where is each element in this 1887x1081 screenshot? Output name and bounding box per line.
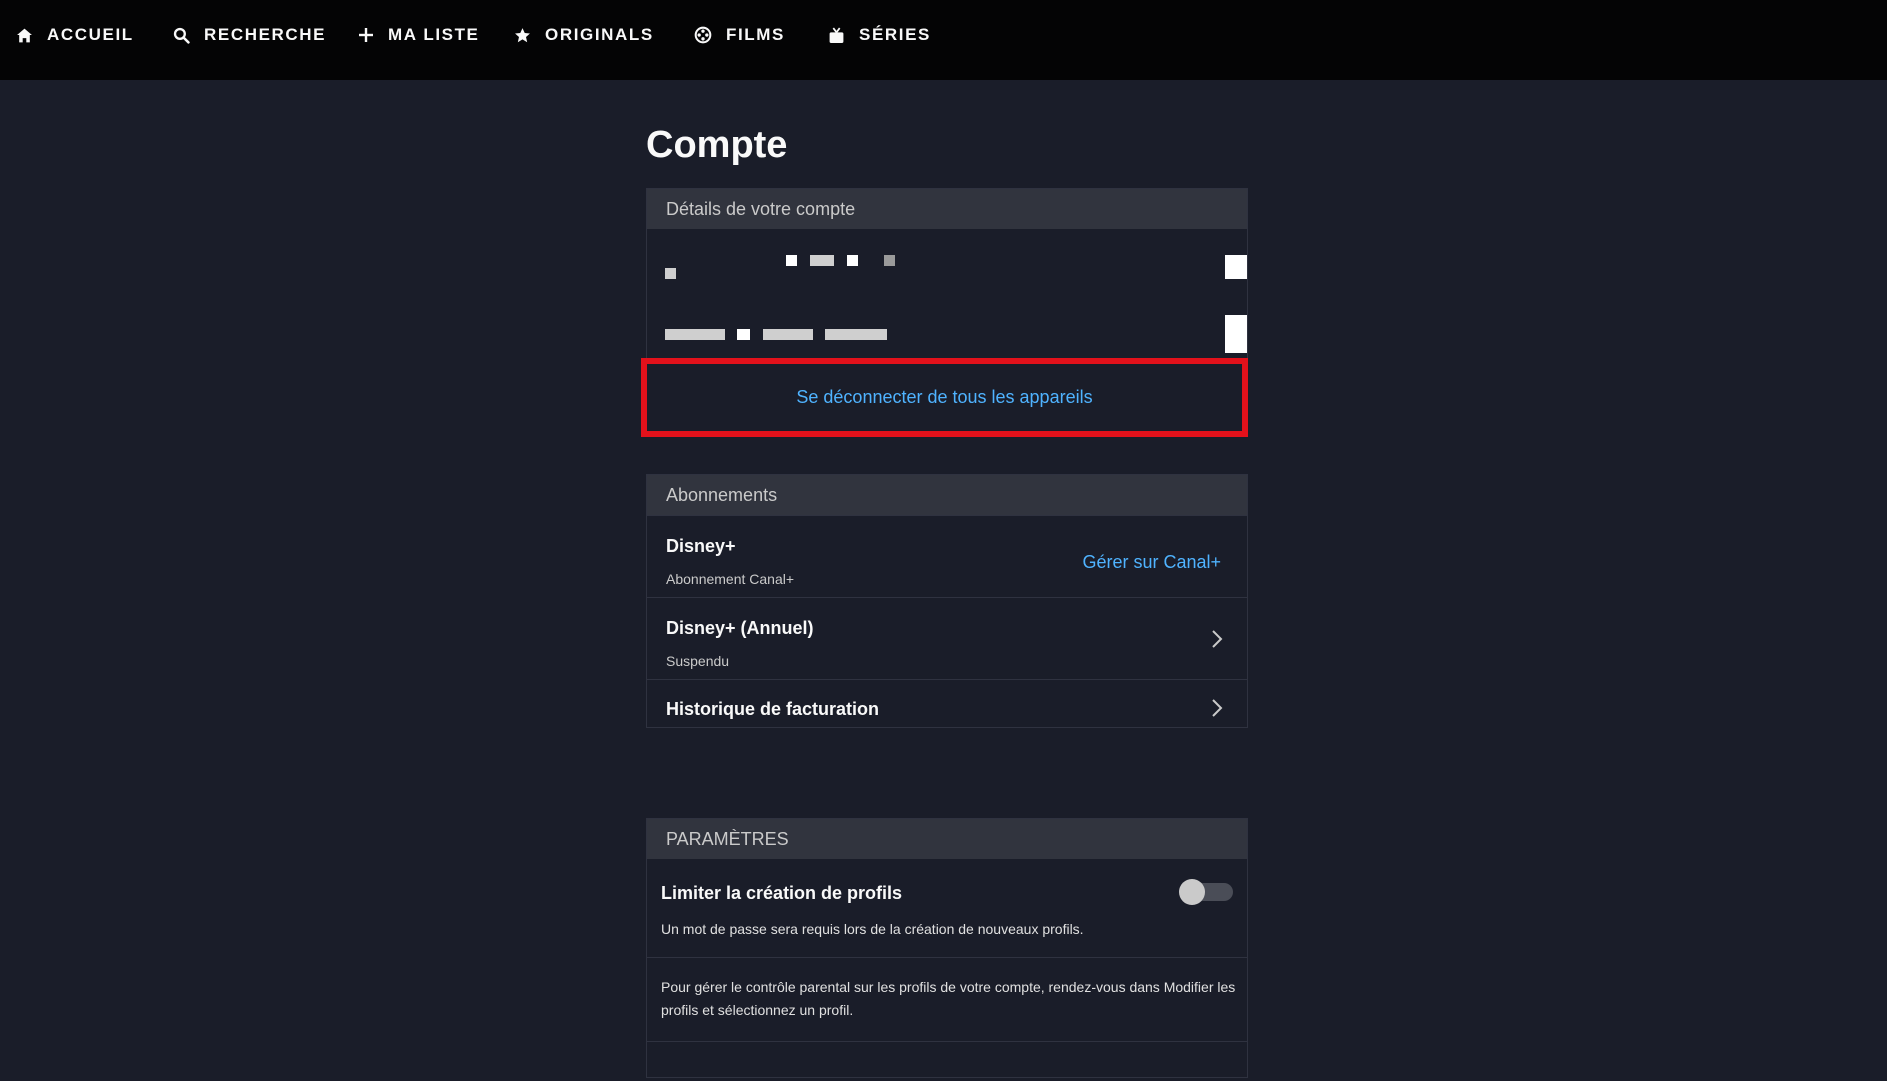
nav-films-label: FILMS (726, 25, 785, 44)
account-details-header: Détails de votre compte (647, 189, 1247, 229)
tv-icon (829, 27, 844, 43)
film-reel-icon (694, 26, 712, 44)
nav-search-label: RECHERCHE (204, 25, 327, 44)
limit-profiles-toggle[interactable] (1179, 879, 1233, 905)
home-icon (17, 28, 32, 42)
subscriptions-card: Abonnements Disney+ Abonnement Canal+ Gé… (646, 474, 1248, 728)
settings-row-more (647, 1041, 1247, 1081)
subscription-row-disney-plus: Disney+ Abonnement Canal+ Gérer sur Cana… (647, 515, 1247, 597)
billing-history-title: Historique de facturation (666, 699, 880, 719)
parental-control-description: Pour gérer le contrôle parental sur les … (661, 979, 1236, 1018)
account-email-redacted (647, 229, 1247, 291)
logout-all-devices-highlight: Se déconnecter de tous les appareils (641, 358, 1248, 437)
nav-originals-label: ORIGINALS (545, 25, 654, 44)
billing-history-row[interactable]: Historique de facturation (647, 679, 1247, 735)
star-icon (515, 27, 530, 42)
nav-films[interactable]: FILMS (694, 22, 785, 48)
manage-on-canal-link[interactable]: Gérer sur Canal+ (1082, 552, 1221, 573)
settings-header: PARAMÈTRES (647, 819, 1247, 859)
nav-watchlist[interactable]: MA LISTE (358, 22, 480, 48)
nav-home[interactable]: ACCUEIL (16, 22, 134, 48)
top-navigation: ACCUEIL RECHERCHE MA LISTE ORIGINALS FIL… (0, 0, 1887, 80)
search-icon (173, 27, 190, 44)
chevron-right-icon (1212, 699, 1223, 717)
parental-control-row: Pour gérer le contrôle parental sur les … (647, 957, 1247, 1041)
nav-series-label: SÉRIES (859, 25, 931, 44)
toggle-knob (1179, 879, 1205, 905)
account-password-redacted (647, 299, 1247, 359)
page-title: Compte (646, 124, 788, 166)
subscription-subtitle: Abonnement Canal+ (666, 571, 795, 587)
limit-profiles-title: Limiter la création de profils (661, 883, 903, 903)
chevron-right-icon (1212, 630, 1223, 648)
subscriptions-header: Abonnements (647, 475, 1247, 515)
nav-home-label: ACCUEIL (47, 25, 134, 44)
plus-icon (359, 28, 373, 42)
subscription-status: Suspendu (666, 653, 730, 669)
limit-profiles-row: Limiter la création de profils Un mot de… (647, 859, 1247, 957)
settings-card: PARAMÈTRES Limiter la création de profil… (646, 818, 1248, 1078)
nav-watchlist-label: MA LISTE (388, 25, 480, 44)
logout-all-devices-link[interactable]: Se déconnecter de tous les appareils (796, 387, 1092, 408)
nav-search[interactable]: RECHERCHE (173, 22, 326, 48)
nav-series[interactable]: SÉRIES (828, 22, 931, 48)
subscription-row-disney-plus-annual[interactable]: Disney+ (Annuel) Suspendu (647, 597, 1247, 679)
limit-profiles-description: Un mot de passe sera requis lors de la c… (661, 921, 1084, 937)
subscription-title: Disney+ (666, 536, 736, 556)
nav-originals[interactable]: ORIGINALS (514, 22, 654, 48)
subscription-title: Disney+ (Annuel) (666, 618, 814, 638)
